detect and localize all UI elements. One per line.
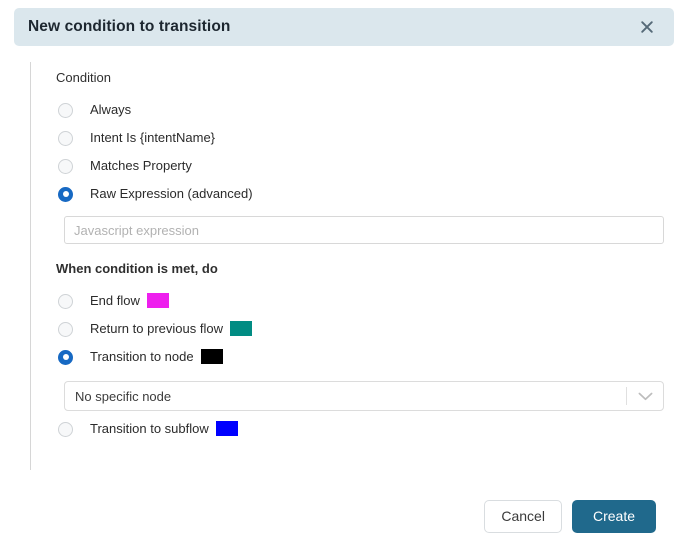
radio-icon[interactable] [58,421,73,437]
radio-option-always[interactable]: Always [56,96,656,124]
radio-label-text: Transition to node [90,349,194,364]
radio-label: Intent Is {intentName} [90,130,216,145]
color-swatch-transition-to-subflow [215,421,238,436]
dialog-content: Condition Always Intent Is {intentName} … [56,70,664,443]
radio-option-transition-to-node[interactable]: Transition to node [56,343,656,371]
radio-icon[interactable] [58,321,73,337]
color-swatch-end-flow [146,293,169,308]
radio-option-raw-expression[interactable]: Raw Expression (advanced) [56,180,656,208]
radio-label-text: Return to previous flow [90,321,223,336]
node-select[interactable]: No specific node [64,381,664,411]
radio-icon-selected[interactable] [58,186,73,202]
javascript-expression-input[interactable] [64,216,664,244]
dialog-body: Condition Always Intent Is {intentName} … [0,58,688,478]
condition-section-label: Condition [56,70,111,85]
radio-label: Always [90,102,132,117]
radio-icon[interactable] [58,130,73,146]
close-icon[interactable] [636,16,658,38]
radio-option-matches-property[interactable]: Matches Property [56,152,656,180]
dialog-header: New condition to transition [14,8,674,46]
radio-option-intent-is[interactable]: Intent Is {intentName} [56,124,656,152]
radio-label-text: Transition to subflow [90,421,209,436]
condition-radio-group: Always Intent Is {intentName} Matches Pr… [56,96,656,208]
radio-option-transition-to-subflow[interactable]: Transition to subflow [56,415,656,443]
radio-icon[interactable] [58,102,73,118]
radio-option-return-previous-flow[interactable]: Return to previous flow [56,315,656,343]
radio-label: Transition to node [90,349,223,365]
left-divider [30,62,31,470]
color-swatch-return-previous-flow [229,321,252,336]
radio-icon[interactable] [58,158,73,174]
create-button[interactable]: Create [571,500,656,533]
new-condition-dialog: New condition to transition Condition Al… [0,0,688,548]
radio-option-end-flow[interactable]: End flow [56,287,656,315]
radio-label: Return to previous flow [90,321,252,337]
dialog-footer: Cancel Create [0,484,688,548]
radio-label-text: End flow [90,293,140,308]
radio-label: Matches Property [90,158,192,173]
radio-label: Raw Expression (advanced) [90,186,253,201]
chevron-down-icon[interactable] [627,392,663,401]
color-swatch-transition-to-node [200,349,223,364]
node-select-value: No specific node [75,388,172,404]
radio-icon-selected[interactable] [58,349,73,365]
action-section-label: When condition is met, do [56,261,218,276]
cancel-button[interactable]: Cancel [484,500,562,533]
radio-icon[interactable] [58,293,73,309]
radio-label: Transition to subflow [90,421,238,437]
radio-label: End flow [90,293,169,309]
action-radio-group: End flow Return to previous flow Transit… [56,287,664,443]
page-title: New condition to transition [28,18,231,35]
